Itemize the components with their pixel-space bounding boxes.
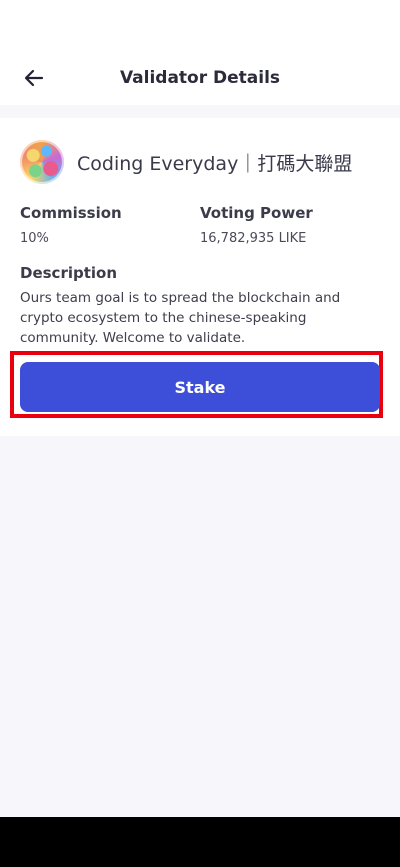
system-navigation-bar: [0, 817, 400, 867]
status-bar: [0, 0, 400, 42]
validator-header: Coding Everyday｜打碼大聯盟: [20, 140, 352, 184]
description-label: Description: [20, 264, 118, 282]
validator-avatar: [20, 140, 64, 184]
commission-value: 10%: [20, 231, 49, 246]
validator-name: Coding Everyday｜打碼大聯盟: [77, 152, 353, 175]
description-text: Ours team goal is to spread the blockcha…: [20, 290, 341, 346]
stake-button[interactable]: Stake: [20, 362, 380, 412]
commission-label: Commission: [20, 204, 122, 222]
voting-power-label: Voting Power: [200, 204, 313, 222]
voting-power-value: 16,782,935 LIKE: [200, 231, 307, 246]
commission-stat: Commission 10%: [20, 204, 122, 246]
page-title: Validator Details: [119, 68, 281, 88]
voting-power-stat: Voting Power 16,782,935 LIKE: [200, 204, 313, 246]
app-header: Validator Details: [0, 42, 400, 105]
